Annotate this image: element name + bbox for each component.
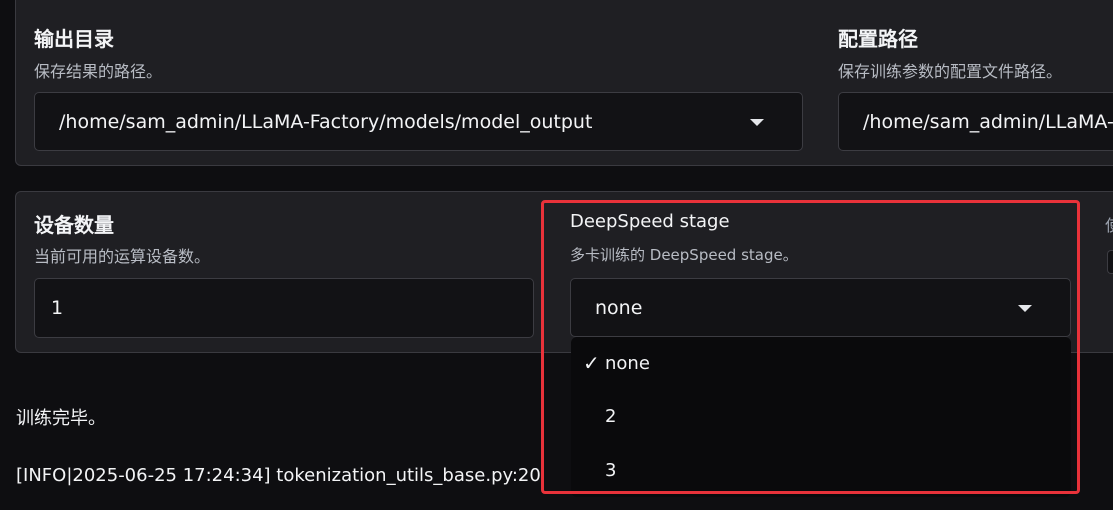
config-path-description: 保存训练参数的配置文件路径。 [838,62,1063,81]
config-path-value: /home/sam_admin/LLaMA-F [863,110,1113,133]
chevron-down-icon[interactable] [750,119,764,126]
device-count-description: 当前可用的运算设备数。 [34,247,211,266]
output-dir-label: 输出目录 [34,27,114,51]
output-dir-value: /home/sam_admin/LLaMA-Factory/models/mod… [59,110,593,133]
output-dir-description: 保存结果的路径。 [34,62,163,81]
device-count-input[interactable]: 1 [34,278,534,338]
log-status-text: 训练完毕。 [16,408,106,429]
device-count-label: 设备数量 [34,213,114,237]
partial-field-label: 使 [1105,212,1113,236]
highlight-box [541,200,1080,494]
config-path-dropdown[interactable]: /home/sam_admin/LLaMA-F [838,92,1113,151]
device-count-value: 1 [51,297,64,319]
log-line: [INFO|2025-06-25 17:24:34] tokenization_… [16,465,541,486]
config-path-label: 配置路径 [838,27,918,51]
partial-field-box[interactable] [1107,250,1113,274]
output-dir-dropdown[interactable]: /home/sam_admin/LLaMA-Factory/models/mod… [34,92,803,151]
